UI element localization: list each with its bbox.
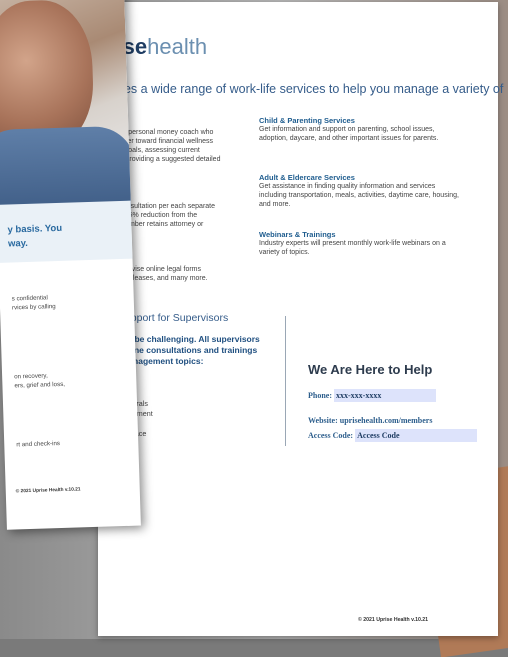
front-line: ers, grief and loss,: [14, 380, 66, 389]
phone-value[interactable]: xxx-xxx-xxxx: [334, 389, 436, 402]
webinars-section: Webinars & Trainings Industry experts wi…: [259, 230, 464, 257]
help-title: We Are Here to Help: [308, 362, 433, 377]
column-divider: [285, 316, 286, 446]
adult-eldercare-heading: Adult & Eldercare Services: [259, 173, 355, 182]
webinars-text: Industry experts will present monthly wo…: [259, 240, 446, 256]
website-value[interactable]: uprisehealth.com/members: [340, 416, 433, 425]
front-headline: y basis. You way.: [7, 222, 62, 252]
document-page-back: risehealth vides a wide range of work-li…: [98, 2, 503, 636]
front-line: rvices by calling: [11, 302, 56, 311]
front-text-block-b: on recovery, ers, grief and loss,: [14, 372, 65, 391]
adult-eldercare-section: Adult & Eldercare Services Get assistanc…: [259, 173, 464, 209]
person-photo: [0, 0, 138, 221]
website-label: Website:: [308, 416, 338, 425]
child-parenting-heading: Child & Parenting Services: [259, 116, 355, 125]
phone-label: Phone:: [308, 391, 332, 400]
adult-eldercare-text: Get assistance in finding quality inform…: [259, 183, 459, 208]
front-headline-line: y basis. You: [7, 222, 63, 236]
front-copyright: © 2021 Uprise Health v.10.21: [15, 487, 81, 495]
document-page-front: y basis. You way. s confidential rvices …: [0, 0, 141, 530]
child-parenting-section: Child & Parenting Services Get informati…: [259, 116, 464, 143]
webinars-heading: Webinars & Trainings: [259, 230, 336, 239]
intro-text: vides a wide range of work-life services…: [108, 82, 504, 96]
phone-field: Phone: xxx-xxx-xxxx: [308, 389, 436, 402]
front-text-block-a: s confidential rvices by calling: [12, 294, 56, 312]
website-field: Website: uprisehealth.com/members: [308, 416, 432, 425]
front-headline-line: way.: [7, 237, 29, 250]
copyright-text: © 2021 Uprise Health v.10.21: [358, 617, 429, 623]
access-code-value[interactable]: Access Code: [355, 429, 478, 442]
child-parenting-text: Get information and support on parenting…: [259, 126, 439, 142]
logo-rest-text: health: [147, 34, 208, 59]
front-text-block-c: rt and check-ins: [16, 440, 60, 450]
access-code-label: Access Code:: [308, 431, 354, 440]
front-line: rt and check-ins: [16, 440, 61, 449]
access-code-field: Access Code: Access Code: [308, 429, 478, 442]
